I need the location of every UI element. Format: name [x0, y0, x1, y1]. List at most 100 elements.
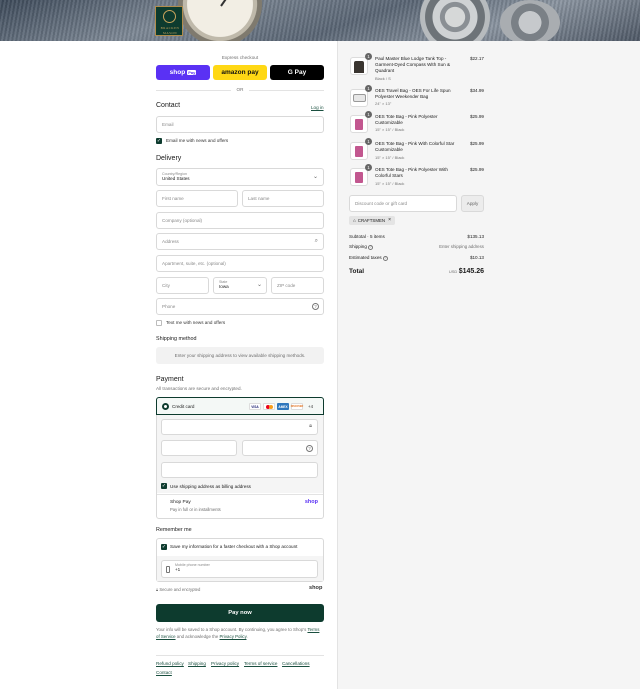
item-quantity-badge: 1 — [365, 164, 372, 171]
product-image — [355, 172, 363, 183]
total-label: Total — [349, 268, 365, 275]
mobile-phone-value: +1 — [175, 567, 181, 572]
security-code-input[interactable]: ? — [242, 440, 318, 456]
more-brands-label: +4 — [308, 404, 314, 409]
expiration-input[interactable] — [161, 440, 237, 456]
help-icon[interactable]: ? — [382, 256, 388, 261]
order-item-variant: Black / S — [375, 76, 391, 81]
payment-heading: Payment — [156, 376, 184, 383]
card-number-input[interactable]: 🔒︎ — [161, 419, 318, 435]
chevron-down-icon: ⌄ — [256, 282, 262, 288]
footer-link-refund[interactable]: Refund policy — [156, 661, 184, 666]
legal-text: Your info will be saved to a Shop accoun… — [156, 627, 324, 641]
item-quantity-badge: 1 — [365, 138, 372, 145]
order-item-price: $25.99 — [469, 141, 484, 146]
order-item-variant: 15" × 15" / Black — [375, 127, 405, 132]
footer-link-contact[interactable]: Contact — [156, 670, 172, 675]
google-pay-button[interactable]: G Pay — [270, 65, 324, 80]
mobile-phone-input[interactable]: Mobile phone number +1 — [161, 560, 318, 578]
discount-placeholder: Discount code or gift card — [355, 201, 408, 206]
billing-checkbox[interactable]: ✓ — [161, 483, 167, 489]
or-divider-label: OR — [231, 87, 249, 92]
address-placeholder: Address — [162, 239, 179, 244]
order-item-variant: 15" × 15" / Black — [375, 181, 405, 186]
zip-placeholder: ZIP code — [277, 283, 296, 288]
shop-pay-badge: Pay — [187, 70, 197, 75]
company-placeholder: Company (optional) — [162, 218, 203, 223]
newsletter-label: Email me with news and offers — [166, 138, 229, 143]
subtotal-label: Subtotal · 5 items — [349, 234, 385, 239]
logo-text-line2: MASON — [162, 31, 177, 35]
country-select[interactable]: Country/Region United States ⌄ — [156, 168, 324, 186]
remove-discount-icon[interactable]: × — [388, 216, 391, 225]
shop-pay-button[interactable]: shop Pay — [156, 65, 210, 80]
order-item-thumbnail — [350, 168, 368, 186]
discover-icon: DISCOVER — [290, 403, 304, 410]
pay-now-button[interactable]: Pay now — [156, 604, 324, 622]
credit-card-label: Credit card — [172, 404, 195, 409]
discount-tag: ⌂ CRAFTSMEN × — [349, 216, 396, 225]
help-icon[interactable]: ? — [306, 445, 313, 452]
order-item-variant: 24" × 13" — [375, 101, 392, 106]
newsletter-checkbox[interactable]: ✓ — [156, 138, 162, 144]
discount-code-input[interactable]: Discount code or gift card — [349, 195, 457, 212]
city-input[interactable]: City — [156, 277, 209, 294]
login-link[interactable]: Log in — [311, 105, 324, 110]
mobile-phone-icon — [166, 566, 170, 573]
shipping-value: Enter shipping address — [439, 244, 484, 249]
footer-link-cancellations[interactable]: Cancellations — [282, 661, 310, 666]
footer-link-terms[interactable]: Terms of service — [244, 661, 277, 666]
shop-pay-option-sub: Pay in full or in installments — [170, 507, 221, 512]
amazon-pay-label: amazon pay — [221, 69, 259, 76]
contact-heading: Contact — [156, 102, 181, 109]
apply-discount-button[interactable]: Apply — [461, 195, 484, 212]
visa-icon: VISA — [249, 403, 261, 410]
phone-input[interactable]: Phone ? — [156, 298, 324, 315]
first-name-input[interactable]: First name — [156, 190, 238, 207]
taxes-value: $10.13 — [469, 255, 484, 260]
banner-ornament — [420, 0, 490, 41]
shop-pay-option[interactable]: Shop Pay Pay in full or in installments … — [157, 495, 323, 518]
footer-link-shipping[interactable]: Shipping — [188, 661, 206, 666]
last-name-input[interactable]: Last name — [242, 190, 324, 207]
footer-link-privacy[interactable]: Privacy policy — [211, 661, 239, 666]
lock-icon: 🔒︎ — [309, 423, 312, 429]
store-logo[interactable]: BRACKEN MASON — [155, 6, 183, 36]
shipping-label: Shipping ? — [349, 244, 374, 250]
zip-input[interactable]: ZIP code — [271, 277, 324, 294]
billing-label: Use shipping address as billing address — [170, 484, 251, 489]
order-summary — [337, 41, 640, 689]
taxes-label-text: Estimated taxes — [349, 255, 382, 260]
help-icon[interactable]: ? — [312, 303, 319, 310]
legal-text-end: . — [246, 633, 248, 639]
sms-checkbox[interactable] — [156, 320, 162, 326]
order-item-thumbnail — [350, 89, 368, 107]
chevron-down-icon: ⌄ — [312, 174, 318, 180]
amex-icon: AMEX — [277, 403, 289, 410]
order-item-thumbnail — [350, 142, 368, 160]
apartment-input[interactable]: Apartment, suite, etc. (optional) — [156, 255, 324, 272]
secure-label-text: Secure and encrypted — [159, 587, 201, 592]
product-image — [355, 119, 363, 130]
credit-card-option[interactable]: Credit card VISA AMEX DISCOVER +4 — [156, 397, 324, 415]
help-icon[interactable]: ? — [368, 245, 374, 250]
address-input[interactable]: Address ⌕ — [156, 233, 324, 250]
search-icon: ⌕ — [314, 238, 318, 244]
logo-text-line1: BRACKEN — [160, 26, 180, 30]
total-currency: USD — [448, 269, 458, 274]
footer-divider — [156, 655, 324, 656]
state-select[interactable]: State Iowa ⌄ — [213, 277, 267, 294]
company-input[interactable]: Company (optional) — [156, 212, 324, 229]
email-input[interactable]: Email — [156, 116, 324, 133]
order-item-thumbnail — [350, 115, 368, 133]
shipping-method-heading: Shipping method — [156, 336, 197, 342]
shop-pay-logo: shop — [304, 499, 318, 505]
save-info-checkbox[interactable]: ✓ — [161, 544, 167, 550]
delivery-heading: Delivery — [156, 155, 182, 162]
order-item-variant: 15" × 15" / Black — [375, 155, 405, 160]
credit-card-radio[interactable] — [162, 403, 169, 410]
shipping-method-message: Enter your shipping address to view avai… — [156, 347, 324, 364]
privacy-link[interactable]: Privacy Policy — [220, 634, 247, 639]
amazon-pay-button[interactable]: amazon pay — [213, 65, 267, 80]
name-on-card-input[interactable] — [161, 462, 318, 478]
